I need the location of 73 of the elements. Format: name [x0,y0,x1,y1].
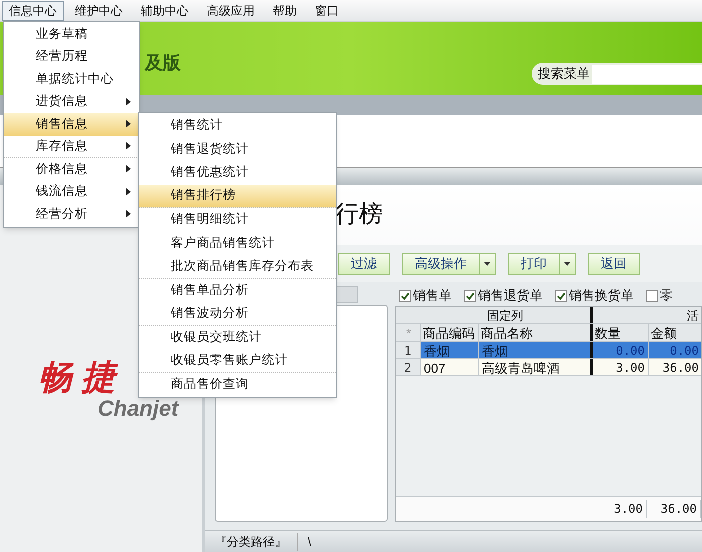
menu-bar-item[interactable]: 帮助 [266,0,304,20]
table-cell: 0.00 [649,342,702,358]
menu-item[interactable]: 收银员交班统计 [139,326,336,349]
menu-item[interactable]: 销售退货统计 [139,138,336,161]
submenu-arrow-icon [126,120,131,128]
table-cell: 高级青岛啤酒 [479,359,593,375]
checkbox-label: 零 [660,287,673,306]
submenu-arrow-icon [126,188,131,196]
toolbar-button[interactable]: 返回 [588,252,640,274]
column-header[interactable]: 金额 [649,324,702,341]
table-cell: 2 [396,359,421,375]
check-icon [400,292,410,300]
checkbox[interactable] [464,290,476,302]
path-separator: \ [308,534,312,550]
check-icon [466,292,474,300]
checkbox[interactable] [555,290,567,302]
category-path: 『分类路径』 [215,532,298,550]
page-title: 行榜 [335,200,383,230]
checkbox-label: 销售换货单 [569,287,634,306]
toolbar-button[interactable]: 过滤 [338,252,390,274]
submenu-arrow-icon [126,98,131,106]
menu-item[interactable]: 经营分析 [4,203,139,226]
caret-icon [484,262,491,266]
search-field[interactable] [592,64,702,84]
menu-item[interactable]: 钱流信息 [4,180,139,203]
search-label: 搜索菜单 [538,65,590,84]
table-cell: 0.00 [593,342,649,358]
menu-item[interactable]: 批次商品销售库存分布表 [139,255,336,278]
menu-item[interactable]: 商品售价查询 [139,372,336,396]
menu-bar-item[interactable]: 信息中心 [2,0,64,20]
table-cell: 36.00 [649,359,702,375]
menu-item[interactable]: 销售信息 [4,113,139,136]
menu-bar-item[interactable]: 维护中心 [68,0,130,20]
menu-item[interactable]: 价格信息 [4,158,139,180]
grid-row[interactable]: 1 香烟 香烟 0.00 0.00 [396,342,701,359]
toolbar-button[interactable]: 打印 [508,252,576,274]
edition-title: 及版 [145,52,181,75]
menu-item[interactable]: 业务草稿 [4,23,139,46]
menu-item[interactable]: 单据统计中心 [4,68,139,90]
toolbar-button[interactable]: 高级操作 [402,252,496,274]
grid-row[interactable]: 2 007 高级青岛啤酒 3.00 36.00 [396,359,701,376]
submenu-arrow-icon [126,165,131,174]
submenu-arrow-icon [126,142,131,150]
menu-bar-item[interactable]: 辅助中心 [134,0,196,20]
column-header[interactable]: 商品编码 [421,324,479,341]
checkbox-label: 销售单 [413,287,452,306]
menu-item[interactable]: 进货信息 [4,90,139,113]
menu-item[interactable]: 销售优惠统计 [139,161,336,184]
menu-item[interactable]: 销售波动分析 [139,302,336,326]
menu-item[interactable]: 客户商品销售统计 [139,232,336,255]
check-icon [556,292,566,300]
logo-latin: Chanjet [98,398,179,420]
menu-item[interactable]: 销售明细统计 [139,208,336,232]
table-cell: 香烟 [421,342,479,358]
submenu-arrow-icon [126,210,131,218]
table-cell: 1 [396,342,421,358]
table-cell: 3.00 [593,359,649,375]
menu-item[interactable]: 销售单品分析 [139,278,336,302]
menu-item[interactable]: 收银员零售账户统计 [139,349,336,372]
total-cell: 3.00 [591,500,647,518]
column-group-header: 活 [686,308,700,323]
checkbox[interactable] [646,290,658,302]
total-cell: 36.00 [647,500,701,518]
caret-icon [564,262,571,266]
column-header[interactable]: 数量 [593,324,649,341]
menu-item[interactable]: 销售统计 [139,114,336,138]
checkbox-label: 销售退货单 [478,287,543,306]
menu-item[interactable]: 经营历程 [4,46,139,68]
table-cell: 007 [421,359,479,375]
menu-bar-item[interactable]: 高级应用 [200,0,262,20]
menu-item[interactable]: 销售排行榜 [139,184,336,208]
checkbox[interactable] [399,290,411,302]
menu-bar-item[interactable]: 窗口 [308,0,346,20]
